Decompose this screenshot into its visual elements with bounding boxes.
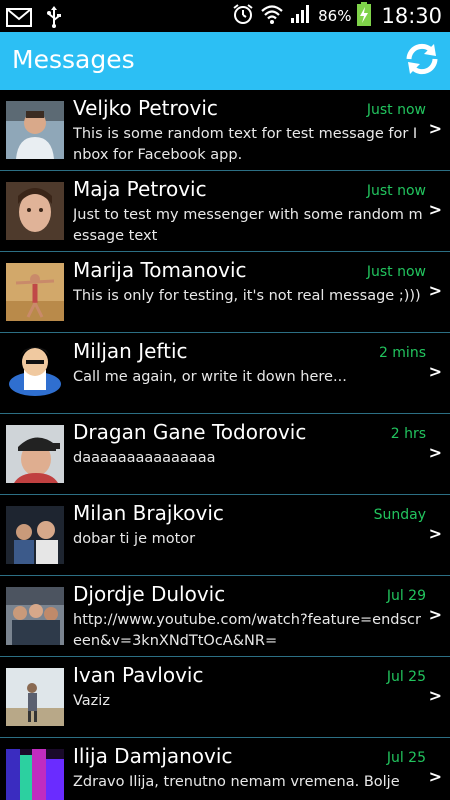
chevron-right-icon: >	[428, 524, 442, 543]
conversation-row[interactable]: Dragan Gane Todorovic 2 hrs daaaaaaaaaaa…	[0, 414, 450, 495]
contact-name: Veljko Petrovic	[73, 96, 218, 120]
message-time: Jul 25	[386, 750, 426, 766]
alarm-icon	[232, 3, 254, 29]
contact-name: Miljan Jeftic	[73, 339, 188, 363]
conversation-row[interactable]: Maja Petrovic Just now Just to test my m…	[0, 171, 450, 252]
contact-name: Djordje Dulovic	[73, 582, 226, 606]
avatar	[6, 263, 64, 321]
avatar	[6, 425, 64, 483]
signal-icon	[290, 4, 312, 28]
message-time: Just now	[366, 102, 426, 118]
battery-charging-icon	[357, 2, 372, 30]
conversation-row[interactable]: Ilija Damjanovic Jul 25 Zdravo Ilija, tr…	[0, 738, 450, 800]
message-preview: http://www.youtube.com/watch?feature=end…	[73, 612, 421, 649]
refresh-icon	[404, 42, 440, 80]
contact-name: Maja Petrovic	[73, 177, 207, 201]
conversation-row[interactable]: Ivan Pavlovic Jul 25 Vaziz >	[0, 657, 450, 738]
contact-name: Marija Tomanovic	[73, 258, 247, 282]
contact-name: Dragan Gane Todorovic	[73, 420, 307, 444]
contact-name: Ivan Pavlovic	[73, 663, 204, 687]
chevron-right-icon: >	[428, 767, 442, 786]
clock: 18:30	[381, 4, 442, 28]
chevron-right-icon: >	[428, 200, 442, 219]
avatar	[6, 749, 64, 800]
conversation-row[interactable]: Veljko Petrovic Just now This is some ra…	[0, 90, 450, 171]
wifi-icon	[260, 4, 284, 28]
contact-name: Ilija Damjanovic	[73, 744, 233, 768]
refresh-button[interactable]	[402, 41, 442, 81]
chevron-right-icon: >	[428, 362, 442, 381]
conversation-row[interactable]: Djordje Dulovic Jul 29 http://www.youtub…	[0, 576, 450, 657]
message-time: 2 hrs	[390, 426, 426, 442]
chevron-right-icon: >	[428, 443, 442, 462]
status-bar: 86% 18:30	[0, 0, 450, 32]
message-time: Jul 25	[386, 669, 426, 685]
conversation-row[interactable]: Miljan Jeftic 2 mins Call me again, or w…	[0, 333, 450, 414]
avatar	[6, 668, 64, 726]
chevron-right-icon: >	[428, 281, 442, 300]
avatar	[6, 101, 64, 159]
message-time: 2 mins	[378, 345, 426, 361]
message-time: Jul 29	[386, 588, 426, 604]
chevron-right-icon: >	[428, 605, 442, 624]
contact-name: Milan Brajkovic	[73, 501, 224, 525]
conversation-list[interactable]: Veljko Petrovic Just now This is some ra…	[0, 90, 450, 800]
status-bar-left	[6, 6, 62, 32]
message-time: Just now	[366, 264, 426, 280]
conversation-row[interactable]: Marija Tomanovic Just now This is only f…	[0, 252, 450, 333]
message-preview: Just to test my messenger with some rand…	[73, 207, 423, 244]
message-time: Sunday	[373, 507, 426, 523]
mail-icon	[6, 7, 32, 31]
chevron-right-icon: >	[428, 119, 442, 138]
avatar	[6, 506, 64, 564]
avatar	[6, 344, 64, 402]
page-title: Messages	[12, 45, 135, 74]
avatar	[6, 182, 64, 240]
message-preview: dobar ti je motor	[73, 531, 196, 547]
app-bar: Messages	[0, 32, 450, 90]
message-time: Just now	[366, 183, 426, 199]
message-preview: Zdravo Ilija, trenutno nemam vremena. Bo…	[73, 774, 400, 790]
message-preview: Vaziz	[73, 693, 110, 709]
message-preview: This is only for testing, it's not real …	[73, 288, 421, 304]
message-preview: daaaaaaaaaaaaaaa	[73, 450, 216, 466]
battery-percent: 86%	[318, 7, 352, 25]
avatar	[6, 587, 64, 645]
usb-icon	[46, 6, 62, 32]
status-bar-right: 86% 18:30	[232, 0, 442, 32]
message-preview: Call me again, or write it down here...	[73, 369, 347, 385]
conversation-row[interactable]: Milan Brajkovic Sunday dobar ti je motor…	[0, 495, 450, 576]
chevron-right-icon: >	[428, 686, 442, 705]
message-preview: This is some random text for test messag…	[73, 126, 418, 163]
